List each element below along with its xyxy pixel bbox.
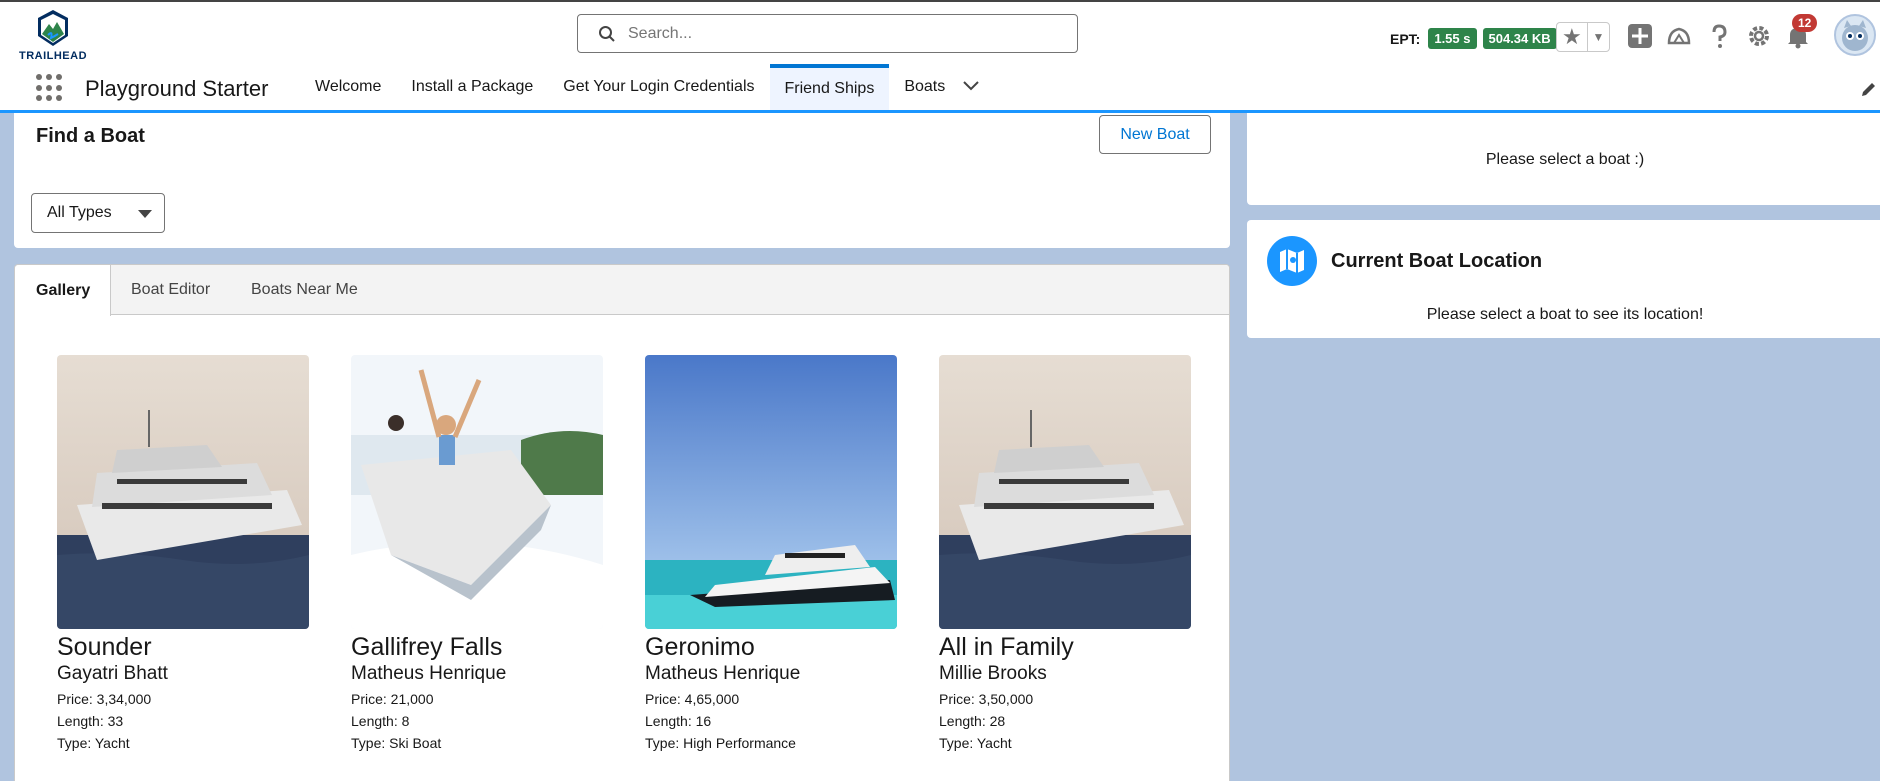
boat-image[interactable] xyxy=(645,355,897,629)
dropdown-triangle-icon xyxy=(138,210,152,218)
tab-gallery[interactable]: Gallery xyxy=(15,265,111,316)
boat-price: Price: 4,65,000 xyxy=(645,691,740,707)
boat-owner: Matheus Henrique xyxy=(351,663,507,684)
help-icon[interactable] xyxy=(1705,22,1733,50)
edit-nav-pencil-icon[interactable] xyxy=(1860,80,1878,103)
ept-indicator: EPT: 1.55 s 504.34 KB xyxy=(1390,28,1557,49)
boat-price: Price: 21,000 xyxy=(351,691,434,707)
notification-count-badge: 12 xyxy=(1792,14,1818,32)
trailhead-logo-icon xyxy=(38,10,68,46)
trailhead-help-icon[interactable] xyxy=(1665,22,1693,50)
add-icon[interactable] xyxy=(1626,22,1654,50)
boat-price: Price: 3,34,000 xyxy=(57,691,152,707)
ept-size-badge: 504.34 KB xyxy=(1482,28,1557,49)
nav-tab-boats[interactable]: Boats xyxy=(889,64,994,110)
boat-tabs-card: Gallery Boat Editor Boats Near Me Sounde… xyxy=(14,264,1230,781)
app-launcher-icon[interactable] xyxy=(36,74,64,102)
global-header: TRAILHEAD EPT: 1.55 s 504.34 KB ★ ▼ 12 xyxy=(0,2,1880,64)
select-boat-prompt: Please select a boat :) xyxy=(1485,151,1645,168)
map-icon xyxy=(1267,236,1317,286)
boat-owner: Gayatri Bhatt xyxy=(57,663,168,684)
boat-length: Length: 8 xyxy=(351,713,410,729)
ept-label: EPT: xyxy=(1390,30,1421,47)
find-boat-card: Find a Boat New Boat All Types xyxy=(14,113,1230,248)
boat-length: Length: 16 xyxy=(645,713,712,729)
nav-tab-friend-ships[interactable]: Friend Ships xyxy=(769,64,890,110)
boat-image[interactable] xyxy=(939,355,1191,629)
nav-tab-login-credentials[interactable]: Get Your Login Credentials xyxy=(548,64,769,110)
boat-length: Length: 33 xyxy=(57,713,124,729)
nav-tab-welcome[interactable]: Welcome xyxy=(300,64,396,110)
boat-image[interactable] xyxy=(57,355,309,629)
app-name: Playground Starter xyxy=(85,76,269,101)
tab-boat-editor[interactable]: Boat Editor xyxy=(131,265,210,315)
ept-time-badge: 1.55 s xyxy=(1428,28,1477,49)
find-boat-title: Find a Boat xyxy=(36,125,145,147)
boat-type: Type: Yacht xyxy=(939,735,1012,751)
boat-type: Type: Ski Boat xyxy=(351,735,442,751)
tab-boats-near-me[interactable]: Boats Near Me xyxy=(251,265,358,315)
trailhead-logo[interactable]: TRAILHEAD xyxy=(18,8,88,64)
boat-type-select[interactable]: All Types xyxy=(31,193,165,233)
boat-location-card: Current Boat Location Please select a bo… xyxy=(1247,220,1880,338)
logo-text: TRAILHEAD xyxy=(18,50,88,62)
boat-details-card: Please select a boat :) xyxy=(1247,113,1880,205)
boat-tile[interactable]: Gallifrey Falls Matheus Henrique Price: … xyxy=(351,355,603,751)
boat-owner: Millie Brooks xyxy=(939,663,1047,684)
settings-gear-icon[interactable] xyxy=(1745,22,1773,50)
boat-name: Sounder xyxy=(57,633,152,661)
location-title: Current Boat Location xyxy=(1331,250,1543,272)
boat-price: Price: 3,50,000 xyxy=(939,691,1034,707)
boat-name: All in Family xyxy=(939,633,1074,661)
favorites-dropdown-icon[interactable]: ▼ xyxy=(1588,23,1609,51)
boat-type: Type: Yacht xyxy=(57,735,130,751)
boat-name: Gallifrey Falls xyxy=(351,633,503,661)
search-input[interactable] xyxy=(628,24,1048,43)
boat-tile[interactable]: Sounder Gayatri Bhatt Price: 3,34,000 Le… xyxy=(57,355,309,751)
new-boat-button[interactable]: New Boat xyxy=(1099,115,1211,154)
boat-owner: Matheus Henrique xyxy=(645,663,801,684)
tabs-header: Gallery Boat Editor Boats Near Me xyxy=(15,265,1229,316)
app-nav-bar: Playground Starter Welcome Install a Pac… xyxy=(0,64,1880,113)
nav-tabs: Welcome Install a Package Get Your Login… xyxy=(300,64,994,110)
boat-type: Type: High Performance xyxy=(645,735,796,751)
boat-tile[interactable]: Geronimo Matheus Henrique Price: 4,65,00… xyxy=(645,355,897,751)
user-avatar[interactable] xyxy=(1834,14,1876,56)
boat-image[interactable] xyxy=(351,355,603,629)
nav-tab-boats-label: Boats xyxy=(904,78,946,95)
boat-length: Length: 28 xyxy=(939,713,1006,729)
chevron-down-icon[interactable] xyxy=(963,78,979,96)
boat-name: Geronimo xyxy=(645,633,755,661)
favorites-group: ★ ▼ xyxy=(1556,22,1610,52)
location-prompt: Please select a boat to see its location… xyxy=(1426,306,1704,323)
boat-type-select-value: All Types xyxy=(47,204,112,221)
boat-tile[interactable]: All in Family Millie Brooks Price: 3,50,… xyxy=(939,355,1191,751)
search-icon xyxy=(599,25,615,42)
global-search[interactable] xyxy=(577,14,1078,53)
favorite-star-icon[interactable]: ★ xyxy=(1557,23,1588,51)
nav-tab-install-package[interactable]: Install a Package xyxy=(396,64,548,110)
